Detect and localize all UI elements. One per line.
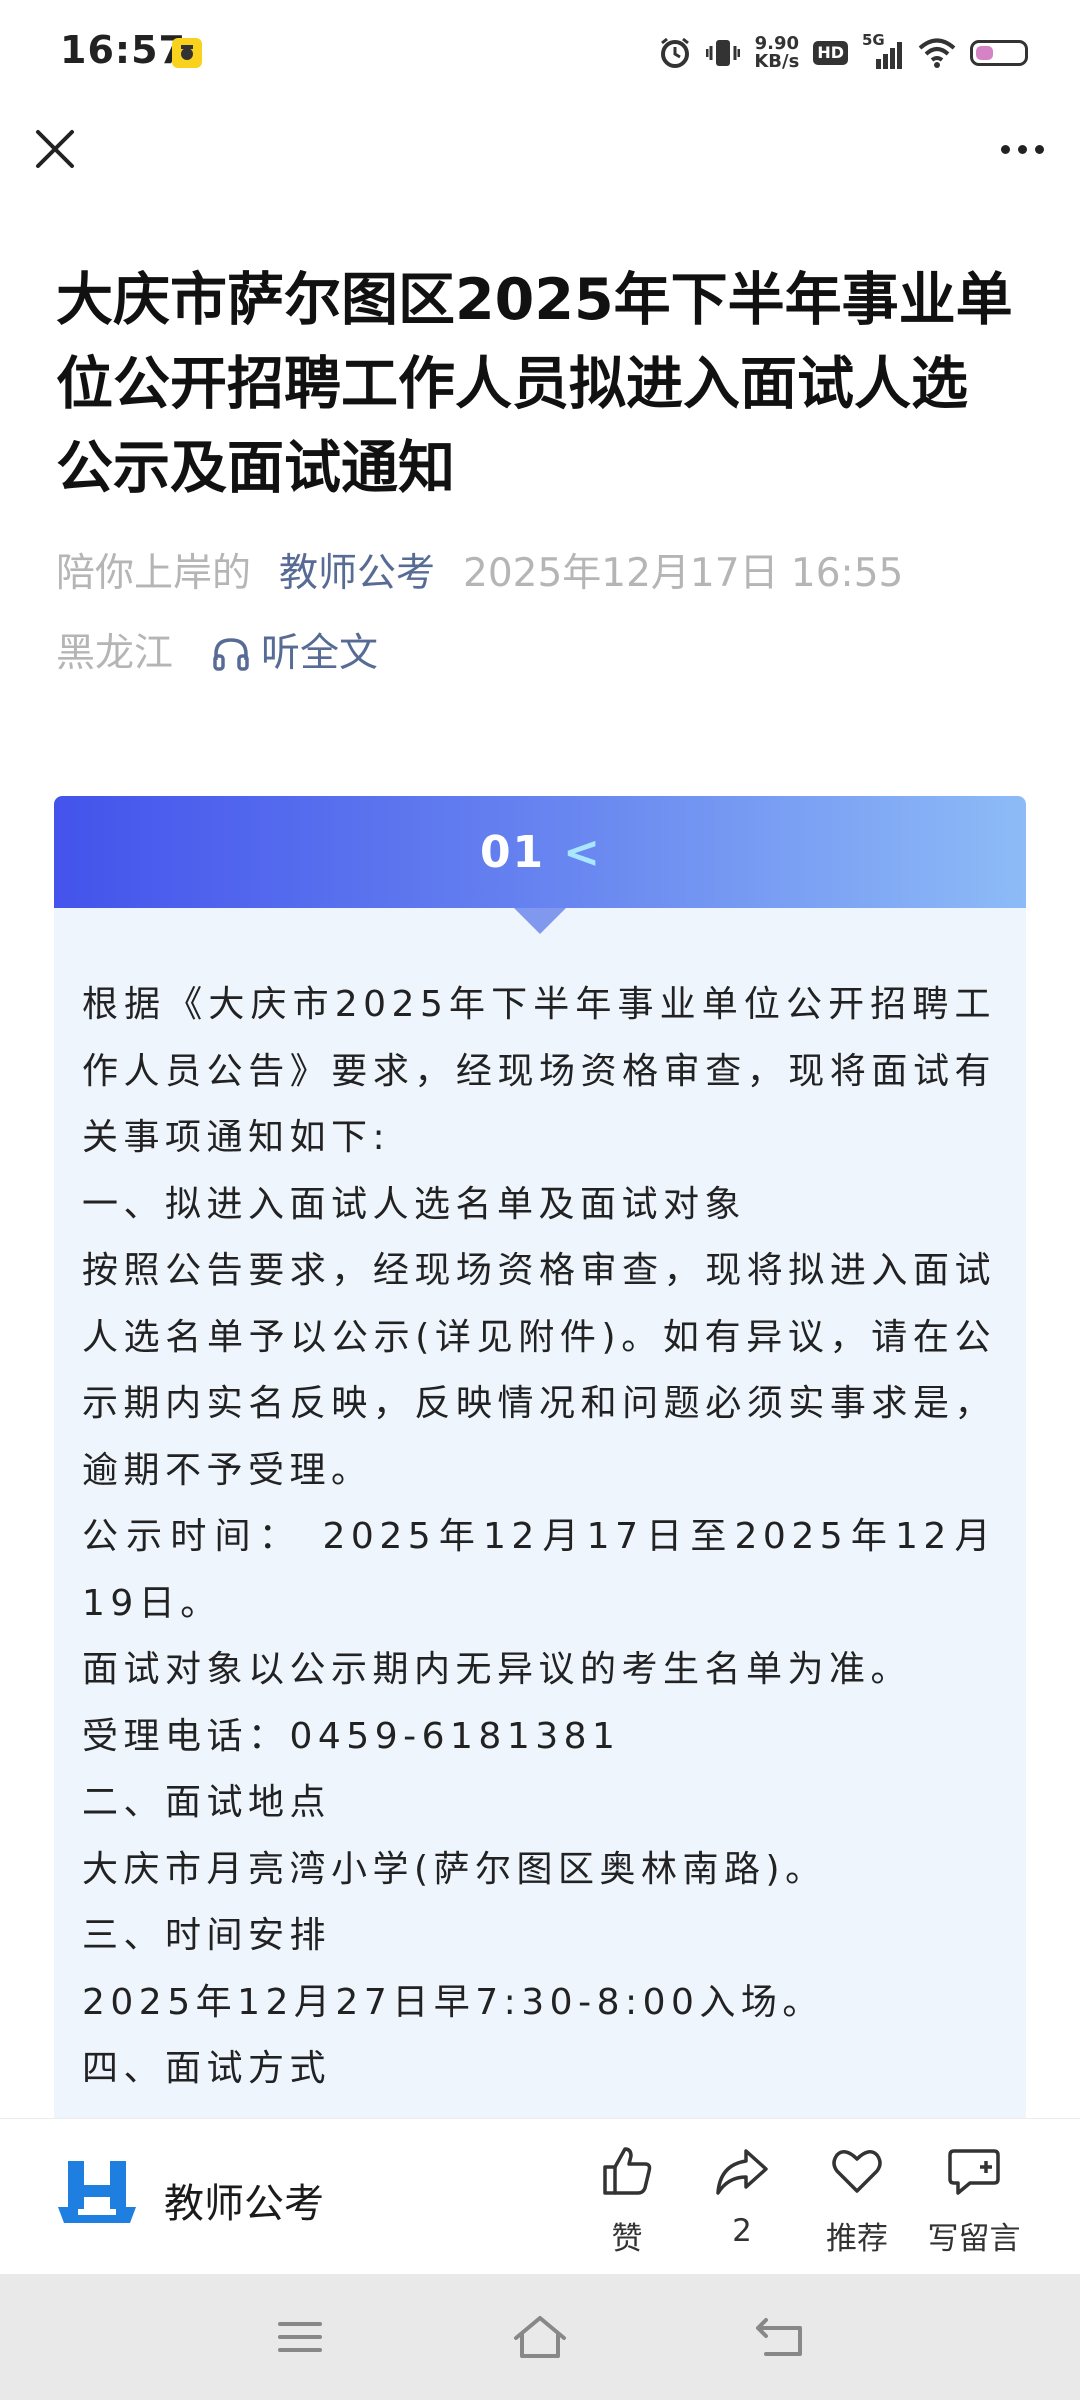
back-button[interactable] (752, 2312, 812, 2362)
vibrate-icon (706, 40, 741, 66)
share-count: 2 (732, 2213, 752, 2249)
status-time: 16:57 (60, 28, 186, 72)
home-button[interactable] (510, 2312, 570, 2362)
notification-app-icon (172, 38, 202, 68)
card-paragraph: 二、面试地点 (82, 1782, 332, 1823)
like-button[interactable]: 赞 (567, 2143, 687, 2258)
publish-datetime: 2025年12月17日 16:55 (463, 551, 904, 596)
back-icon (756, 2318, 802, 2356)
card-paragraph: 2025年12月27日早7:30-8:00入场。 (82, 1981, 824, 2023)
card-header: 01 < (54, 796, 1026, 908)
close-icon (36, 130, 74, 168)
card-paragraph: 一、拟进入面试人选名单及面试对象 (82, 1183, 747, 1225)
account-name[interactable]: 教师公考 (164, 2171, 324, 2229)
listen-button[interactable]: 听全文 (211, 626, 378, 682)
author-name: 陪你上岸的 (56, 551, 252, 596)
home-icon (514, 2316, 566, 2358)
close-button[interactable] (30, 124, 80, 174)
card-paragraph: 三、时间安排 (82, 1915, 332, 1956)
region-label: 黑龙江 (56, 631, 174, 676)
status-bar: 16:57 9.90 KB/s HD 5G (0, 0, 1080, 106)
content-card: 01 < 根据《大庆市2025年下半年事业单位公开招聘工作人员公告》要求，经现场… (54, 796, 1026, 2126)
card-paragraph: 四、面试方式 (82, 2048, 332, 2089)
article-title: 大庆市萨尔图区2025年下半年事业单位公开招聘工作人员拟进入面试人选公示及面试通… (56, 267, 1013, 501)
hd-badge: HD (813, 41, 848, 65)
more-icon (1000, 144, 1010, 154)
system-nav-bar (0, 2274, 1080, 2400)
card-paragraph: 大庆市月亮湾小学(萨尔图区奥林南路)。 (82, 1848, 827, 1890)
status-icons: 9.90 KB/s HD 5G (658, 30, 1028, 76)
bottom-action-bar: 教师公考 赞 2 推荐 写留言 (0, 2118, 1080, 2274)
heart-icon (832, 2150, 882, 2193)
battery-fill (976, 46, 993, 60)
card-body: 根据《大庆市2025年下半年事业单位公开招聘工作人员公告》要求，经现场资格审查，… (54, 908, 1026, 2103)
card-paragraph: 受理电话：0459-6181381 (82, 1715, 621, 1757)
screen: 16:57 9.90 KB/s HD 5G 大庆市萨尔图区2025年下半年事业单… (0, 0, 1080, 2400)
top-nav (0, 106, 1080, 192)
article-meta: 陪你上岸的 教师公考 2025年12月17日 16:55 (56, 546, 903, 602)
more-icon-dot (1017, 144, 1027, 154)
listen-label: 听全文 (261, 631, 379, 676)
recommend-button[interactable]: 推荐 (797, 2143, 917, 2258)
comment-label: 写留言 (927, 2221, 1021, 2257)
recommend-label: 推荐 (826, 2221, 888, 2257)
account-logo-icon (58, 2161, 136, 2223)
chevron-left-icon: < (563, 826, 601, 878)
more-options-button[interactable] (992, 124, 1052, 174)
thumbs-up-icon (603, 2147, 652, 2195)
like-label: 赞 (611, 2221, 643, 2257)
alarm-icon (661, 37, 690, 68)
comment-add-icon (948, 2149, 1000, 2195)
share-icon (716, 2149, 768, 2195)
signal-icon: 5G (862, 31, 904, 71)
more-icon-dot (1034, 144, 1044, 154)
card-paragraph: 根据《大庆市2025年下半年事业单位公开招聘工作人员公告》要求，经现场资格审查，… (82, 984, 996, 1158)
account-logo[interactable] (56, 2157, 138, 2227)
comment-button[interactable]: 写留言 (914, 2143, 1034, 2258)
card-paragraph: 按照公告要求，经现场资格审查，现将拟进入面试人选名单予以公示(详见附件)。如有异… (82, 1250, 996, 1491)
card-pointer (514, 908, 566, 934)
wifi-icon (918, 38, 956, 68)
headphones-icon (213, 638, 249, 671)
recent-apps-button[interactable] (270, 2312, 330, 2362)
network-speed: 9.90 KB/s (754, 35, 799, 71)
battery-icon (970, 40, 1028, 66)
card-paragraph: 面试对象以公示期内无异议的考生名单为准。 (82, 1649, 913, 1690)
menu-icon (278, 2322, 322, 2352)
account-link[interactable]: 教师公考 (279, 551, 435, 596)
net-speed-unit: KB/s (754, 51, 800, 72)
share-button[interactable]: 2 (682, 2143, 802, 2249)
article-meta-secondary: 黑龙江 听全文 (56, 626, 378, 682)
card-paragraph: 公示时间： 2025年12月17日至2025年12月19日。 (82, 1516, 996, 1624)
section-number: 01 (479, 826, 546, 878)
